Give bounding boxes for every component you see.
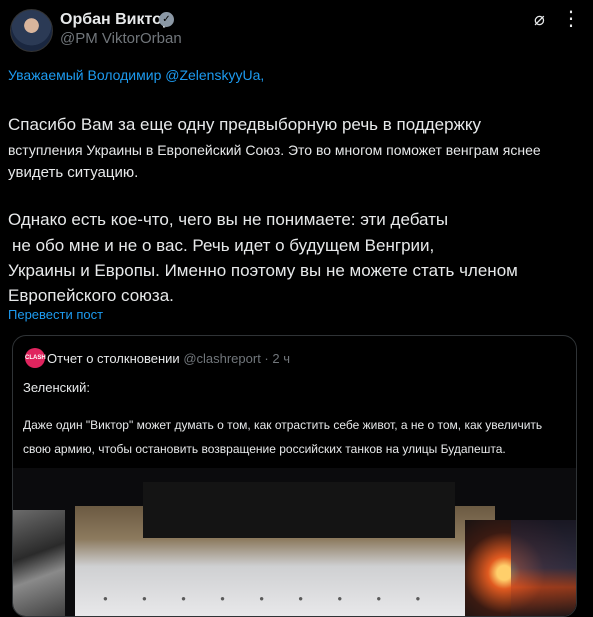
media-image-ruins	[13, 510, 65, 616]
grok-icon[interactable]: ⌀	[534, 9, 545, 30]
post-text-line: вступления Украины в Европейский Союз. Э…	[8, 142, 541, 158]
post-text-line: Украины и Европы. Именно поэтому вы не м…	[8, 261, 518, 280]
post-text-line: не обо мне и не о вас. Речь идет о будущ…	[12, 236, 435, 255]
more-icon[interactable]: ⋮	[561, 6, 582, 31]
author-handle[interactable]: @PM ViktorOrban	[60, 30, 182, 47]
post-text-line: Однако есть кое-что, чего вы не понимает…	[8, 210, 449, 229]
verified-badge-icon: ✓	[159, 12, 174, 27]
quote-header: Отчет о столкновении @clashreport · 2 ч	[47, 351, 290, 366]
quote-text-line: свою армию, чтобы остановить возвращение…	[23, 442, 506, 456]
post-text-line: Европейского союза.	[8, 286, 174, 305]
quote-handle-time: @clashreport · 2 ч	[183, 351, 290, 366]
quote-text-line: Зеленский:	[23, 380, 90, 395]
quote-text-line: Даже один "Виктор" может думать о том, к…	[23, 418, 543, 432]
quote-avatar[interactable]: CLASH	[25, 348, 46, 368]
quote-media[interactable]: ● ● ● ● ● ● ● ● ●	[13, 468, 576, 616]
quote-author[interactable]: Отчет о столкновении	[47, 351, 180, 366]
author-name[interactable]: Орбан Виктор	[60, 11, 172, 29]
author-avatar[interactable]	[10, 9, 53, 52]
post-text-line: увидеть ситуацию.	[8, 164, 139, 181]
translate-post-link[interactable]: Перевести пост	[8, 307, 103, 322]
media-screen	[143, 482, 455, 538]
post-text-line: Спасибо Вам за еще одну предвыборную реч…	[8, 115, 482, 134]
quoted-post[interactable]: CLASH Отчет о столкновении @clashreport …	[12, 335, 577, 617]
post-greeting: Уважаемый Володимир @ZelenskyyUa,	[8, 67, 265, 83]
